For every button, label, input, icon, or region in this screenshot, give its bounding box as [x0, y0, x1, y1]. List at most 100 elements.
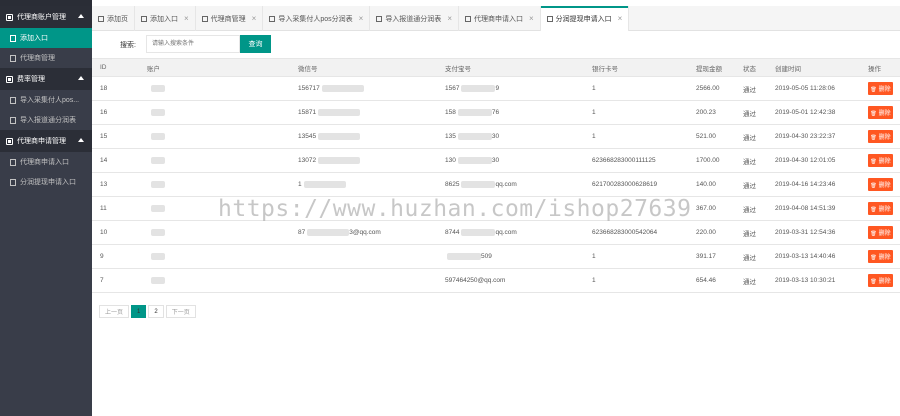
- tab-item[interactable]: 添加页: [92, 6, 135, 31]
- cell-wechat-text: 87: [298, 229, 306, 236]
- cell-status: 通过: [743, 173, 756, 196]
- close-icon[interactable]: ×: [618, 14, 623, 23]
- delete-button[interactable]: 🗑 删除: [868, 178, 893, 191]
- cell-created: 2019-04-30 12:01:05: [775, 149, 835, 172]
- sidebar-group[interactable]: 代理商申请管理: [0, 130, 92, 152]
- cell-alipay-tail: qq.com: [495, 229, 517, 236]
- sidebar-item[interactable]: 导入采集付人pos...: [0, 90, 92, 110]
- cell-wechat: 15871: [298, 101, 361, 124]
- cell-status: 通过: [743, 149, 756, 172]
- table-header: ID 账户 微信号 支付宝号 银行卡号 提现金额 状态 创建时间 操作: [92, 58, 900, 77]
- search-button[interactable]: 查询: [240, 35, 271, 53]
- column-header: 提现金额: [696, 65, 722, 73]
- close-icon[interactable]: ×: [359, 14, 364, 23]
- sidebar-item[interactable]: 代理商管理: [0, 48, 92, 68]
- redacted-block: [318, 133, 361, 140]
- cell-created-text: 2019-03-13 14:40:46: [775, 253, 836, 260]
- cell-created: 2019-04-30 23:22:37: [775, 125, 835, 148]
- cell-action: 🗑 删除: [868, 101, 893, 124]
- redacted-block: [151, 181, 165, 188]
- cell-amount: 367.00: [696, 197, 716, 220]
- search-bar: 搜索: 查询: [92, 31, 900, 58]
- cell-bank: 1: [592, 101, 596, 124]
- pagination: 上一页 1 2 下一页: [99, 305, 198, 318]
- delete-button[interactable]: 🗑 删除: [868, 154, 893, 167]
- tab-item[interactable]: 代理商管理 ×: [196, 6, 264, 31]
- cell-created: 2019-05-05 11:28:06: [775, 77, 835, 100]
- cell-amount-text: 391.17: [696, 253, 716, 260]
- page-icon: [10, 34, 16, 42]
- cell-status: 通过: [743, 101, 756, 124]
- tab-item[interactable]: 分润提现申请入口 ×: [540, 6, 630, 31]
- close-icon[interactable]: ×: [184, 14, 189, 23]
- delete-label: 删除: [878, 159, 891, 165]
- cell-alipay: 8744 qq.com: [445, 221, 517, 244]
- delete-button[interactable]: 🗑 删除: [868, 106, 893, 119]
- sidebar-group-label: 代理商申请管理: [17, 138, 66, 145]
- sidebar-group[interactable]: 代理商账户管理: [0, 6, 92, 28]
- page-number-button[interactable]: 2: [148, 305, 164, 318]
- next-page-button[interactable]: 下一页: [165, 305, 196, 318]
- cell-alipay-text: 130: [445, 157, 456, 164]
- cell-status: 通过: [743, 269, 756, 292]
- cell-name: [149, 221, 165, 244]
- delete-button[interactable]: 🗑 删除: [868, 82, 893, 95]
- delete-button[interactable]: 🗑 删除: [868, 274, 893, 287]
- cell-id: 11: [100, 197, 107, 220]
- column-header: ID: [100, 64, 107, 71]
- tab-item[interactable]: 代理商申请入口 ×: [459, 6, 541, 31]
- search-input[interactable]: [146, 35, 240, 53]
- cell-alipay-tail: 30: [491, 157, 500, 164]
- cell-bank: 623668283000542064: [592, 221, 657, 244]
- table-row: 9 509 1 391.17 通过 2019-03-13 14:40:46 🗑 删除: [92, 245, 900, 269]
- column-header: 微信号: [298, 65, 318, 73]
- page-number-button[interactable]: 1: [131, 305, 147, 318]
- cell-name: [149, 245, 165, 268]
- cell-status-text: 通过: [743, 158, 756, 166]
- column-header: 支付宝号: [445, 65, 471, 73]
- close-icon[interactable]: ×: [252, 14, 257, 23]
- redacted-block: [457, 133, 492, 140]
- cell-name: [149, 173, 165, 196]
- search-label: 搜索:: [120, 42, 136, 49]
- cell-wechat-text: 15871: [298, 109, 317, 116]
- cell-created-text: 2019-05-05 11:28:06: [775, 85, 835, 92]
- table-row: 18 156717 1567 9 1 2566.00 通过 2019-05-05 11:28:…: [92, 77, 900, 101]
- sidebar-item[interactable]: 添加入口: [0, 28, 92, 48]
- cell-name: [149, 125, 165, 148]
- delete-button[interactable]: 🗑 删除: [868, 130, 893, 143]
- delete-button[interactable]: 🗑 删除: [868, 202, 893, 215]
- cell-alipay-text: 597464250@qq.com: [445, 277, 506, 284]
- cell-alipay-tail: 509: [481, 253, 492, 260]
- cell-amount-text: 1700.00: [696, 157, 720, 164]
- delete-button[interactable]: 🗑 删除: [868, 226, 893, 239]
- sidebar-group[interactable]: 费率管理: [0, 68, 92, 90]
- page-icon: [10, 158, 16, 166]
- cell-id-text: 10: [100, 229, 108, 236]
- close-icon[interactable]: ×: [447, 14, 452, 23]
- cell-bank: 1: [592, 269, 596, 292]
- close-icon[interactable]: ×: [529, 14, 534, 23]
- sidebar-item-label: 添加入口: [20, 35, 48, 42]
- cell-bank-text: 623668283000542064: [592, 229, 658, 236]
- cell-status-text: 通过: [743, 134, 756, 142]
- sidebar-item[interactable]: 分润提现申请入口: [0, 172, 92, 192]
- cell-wechat: 13545: [298, 125, 361, 148]
- cell-created-text: 2019-04-30 23:22:37: [775, 133, 836, 140]
- tab-page-icon: [201, 15, 208, 22]
- tab-item[interactable]: 添加入口 ×: [135, 6, 196, 31]
- delete-button[interactable]: 🗑 删除: [868, 250, 893, 263]
- tab-item[interactable]: 导入报道通分润表 ×: [370, 6, 459, 31]
- cell-amount: 200.23: [696, 101, 716, 124]
- prev-page-button[interactable]: 上一页: [99, 305, 130, 318]
- tab-item[interactable]: 导入采集付人pos分润表 ×: [263, 6, 371, 31]
- cell-created-text: 2019-05-01 12:42:38: [775, 109, 836, 116]
- cell-bank-text: 1: [592, 253, 596, 260]
- column-header: 银行卡号: [592, 65, 618, 73]
- sidebar-item[interactable]: 导入报道通分润表: [0, 110, 92, 130]
- table-row: 10 87 3@qq.com 8744 qq.com 623668283000542064…: [92, 221, 900, 245]
- cell-created-text: 2019-03-13 10:30:21: [775, 277, 836, 284]
- sidebar-item[interactable]: 代理商申请入口: [0, 152, 92, 172]
- cell-id-text: 18: [100, 85, 108, 92]
- cell-action: 🗑 删除: [868, 125, 893, 148]
